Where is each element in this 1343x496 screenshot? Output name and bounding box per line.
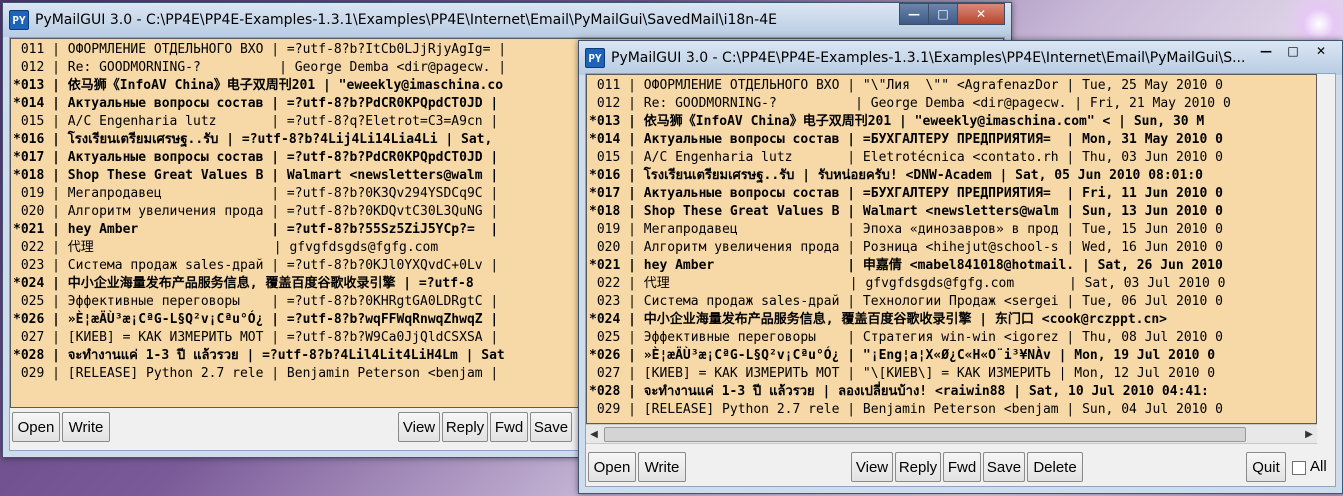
fwd-button[interactable]: Fwd	[943, 452, 981, 482]
delete-button[interactable]: Delete	[1027, 452, 1083, 482]
save-button[interactable]: Save	[983, 452, 1025, 482]
message-row[interactable]: 012 | Re: GOODMORNING-? | George Demba <…	[587, 95, 1316, 113]
maximize-icon[interactable]: □	[928, 3, 958, 25]
message-row[interactable]: *024 | 中小企业海量发布产品服务信息, 覆盖百度谷歌收录引擎 | 东门口 …	[587, 311, 1316, 329]
view-button[interactable]: View	[398, 412, 440, 442]
message-row[interactable]: *013 | 依马狮《InfoAV China》电子双周刊201 | "ewee…	[587, 113, 1316, 131]
reply-button[interactable]: Reply	[442, 412, 488, 442]
scroll-right-icon[interactable]: ▶	[1301, 425, 1317, 443]
all-checkbox-label: All	[1310, 458, 1327, 475]
view-button[interactable]: View	[851, 452, 893, 482]
python-app-icon: PY	[9, 10, 29, 30]
window-client: 011 | ОФОРМЛЕНИЕ ОТДЕЛЬНОГО ВХО | "\"Лия…	[585, 73, 1336, 487]
horizontal-scrollbar[interactable]: ◀ ▶	[586, 424, 1317, 444]
open-button[interactable]: Open	[588, 452, 636, 482]
pymailgui-window-front[interactable]: PY PyMailGUI 3.0 - C:\PP4E\PP4E-Examples…	[578, 40, 1343, 494]
message-row[interactable]: *016 | โรงเรียนเตรียมเศรษฐ..รับ | รับหน่…	[587, 167, 1316, 185]
quit-button[interactable]: Quit	[1246, 452, 1286, 482]
minimize-icon[interactable]: —	[899, 3, 929, 25]
message-row[interactable]: 019 | Мегапродавец | Эпоха «динозавров» …	[587, 221, 1316, 239]
fwd-button[interactable]: Fwd	[490, 412, 528, 442]
message-row[interactable]: *026 | »È¦æÄÙ³æ¡CªG-L§Q²v¡Cªu°Ó¿ | "¡Eng…	[587, 347, 1316, 365]
message-row[interactable]: *017 | Актуальные вопросы состав | =БУХГ…	[587, 185, 1316, 203]
message-row[interactable]: 022 | 代理 | gfvgfdsgds@fgfg.com | Sat, 03…	[587, 275, 1316, 293]
reply-button[interactable]: Reply	[895, 452, 941, 482]
scrollbar-thumb[interactable]	[604, 427, 1246, 442]
close-icon[interactable]: ✕	[957, 3, 1005, 25]
message-row[interactable]: *014 | Актуальные вопросы состав | =БУХГ…	[587, 131, 1316, 149]
scroll-left-icon[interactable]: ◀	[586, 425, 602, 443]
message-row[interactable]: *018 | Shop These Great Values B | Walma…	[587, 203, 1316, 221]
message-row[interactable]: *028 | จะทำงานแค่ 1-3 ปี แล้วรวย | ลองเป…	[587, 383, 1316, 401]
message-list[interactable]: 011 | ОФОРМЛЕНИЕ ОТДЕЛЬНОГО ВХО | "\"Лия…	[586, 74, 1317, 424]
message-row[interactable]: *021 | hey Amber | 申嘉倩 <mabel841018@hotm…	[587, 257, 1316, 275]
title-bar[interactable]: PY PyMailGUI 3.0 - C:\PP4E\PP4E-Examples…	[579, 41, 1342, 75]
message-row[interactable]: 025 | Эффективные переговоры | Стратегия…	[587, 329, 1316, 347]
open-button[interactable]: Open	[12, 412, 60, 442]
window-title: PyMailGUI 3.0 - C:\PP4E\PP4E-Examples-1.…	[611, 50, 1246, 66]
title-bar[interactable]: PY PyMailGUI 3.0 - C:\PP4E\PP4E-Examples…	[3, 3, 1011, 37]
message-row[interactable]: 029 | [RELEASE] Python 2.7 rele | Benjam…	[587, 401, 1316, 419]
all-checkbox[interactable]	[1292, 461, 1306, 475]
message-row[interactable]: 027 | [КИЕВ] = КАК ИЗМЕРИТЬ МОТ | "\[КИЕ…	[587, 365, 1316, 383]
message-row[interactable]: 023 | Система продаж sales-драй | Технол…	[587, 293, 1316, 311]
maximize-icon[interactable]: □	[1279, 41, 1307, 61]
scroll-corner	[1317, 424, 1335, 442]
close-icon[interactable]: ✕	[1306, 41, 1336, 61]
minimize-icon[interactable]: —	[1252, 41, 1280, 61]
message-row[interactable]: 020 | Алгоритм увеличения прода | Розниц…	[587, 239, 1316, 257]
window-title: PyMailGUI 3.0 - C:\PP4E\PP4E-Examples-1.…	[35, 12, 777, 28]
write-button[interactable]: Write	[62, 412, 110, 442]
message-row[interactable]: 015 | A/C Engenharia lutz | Eletrotécnic…	[587, 149, 1316, 167]
button-bar: Open Write View Reply Fwd Save Delete Qu…	[586, 452, 1335, 488]
save-button[interactable]: Save	[530, 412, 572, 442]
message-row[interactable]: 011 | ОФОРМЛЕНИЕ ОТДЕЛЬНОГО ВХО | "\"Лия…	[587, 77, 1316, 95]
write-button[interactable]: Write	[638, 452, 686, 482]
python-app-icon: PY	[585, 48, 605, 68]
